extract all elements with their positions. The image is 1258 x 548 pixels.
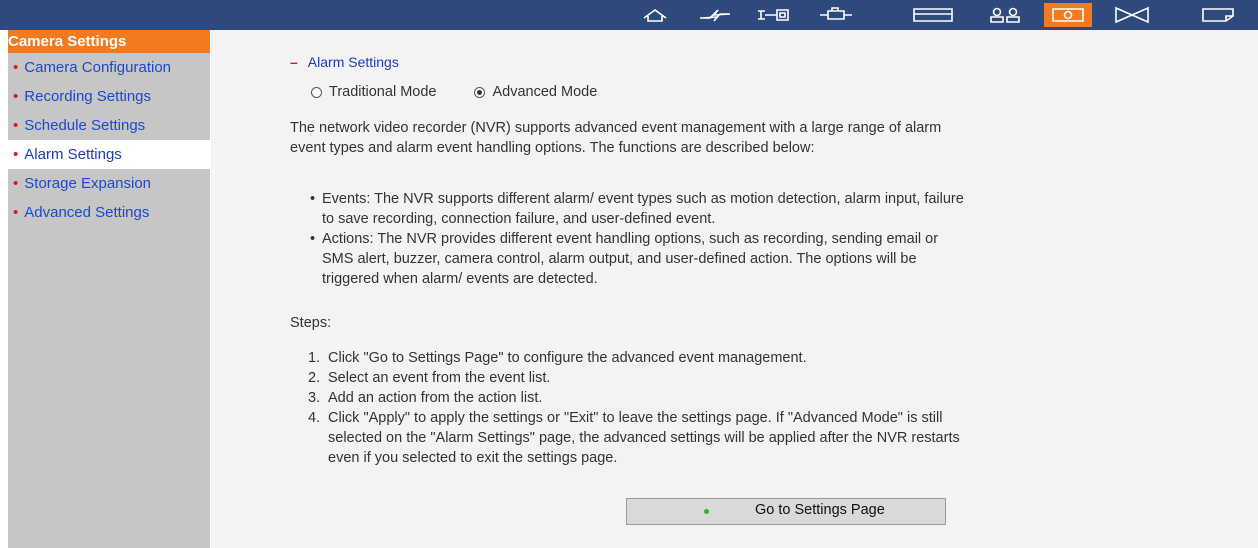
- sidebar: Camera Settings • Camera Configuration • R…: [8, 30, 210, 548]
- network-icon[interactable]: [751, 3, 795, 27]
- list-item: 2. Select an event from the event list.: [290, 368, 970, 388]
- list-item: Events: The NVR supports different alarm…: [310, 189, 970, 229]
- mode-radio-group: Traditional Mode Advanced Mode: [311, 84, 597, 100]
- step-number: 3.: [308, 390, 321, 406]
- step-text: Select an event from the event list.: [328, 370, 551, 386]
- list-item: Actions: The NVR provides different even…: [310, 229, 970, 289]
- bullet-icon: •: [13, 88, 19, 105]
- list-item: 4. Click "Apply" to apply the settings or…: [290, 408, 970, 468]
- storage-icon[interactable]: [911, 3, 955, 27]
- list-item: 1. Click "Go to Settings Page" to configu…: [290, 348, 970, 368]
- radio-circle-icon[interactable]: [311, 86, 322, 98]
- sidebar-item-advanced-settings[interactable]: • Advanced Settings: [8, 198, 210, 227]
- bullet-icon: •: [13, 204, 19, 221]
- steps-label: Steps:: [290, 315, 332, 331]
- bullet-icon: •: [13, 59, 19, 76]
- event-icon[interactable]: [1110, 3, 1154, 27]
- home-icon[interactable]: [633, 3, 677, 27]
- sidebar-item-label: Alarm Settings: [24, 146, 122, 163]
- sidebar-item-label: Camera Configuration: [24, 59, 172, 76]
- steps-list: 1. Click "Go to Settings Page" to configu…: [290, 348, 970, 468]
- bullet-icon: •: [13, 117, 19, 134]
- section-header[interactable]: – Alarm Settings: [290, 54, 399, 70]
- sidebar-item-schedule-settings[interactable]: • Schedule Settings: [8, 111, 210, 140]
- bullet-icon: •: [13, 146, 19, 163]
- sidebar-item-label: Advanced Settings: [24, 204, 150, 221]
- go-to-settings-page-button[interactable]: Go to Settings Page: [626, 498, 946, 525]
- top-toolbar: [0, 0, 1258, 30]
- radio-label: Advanced Mode: [492, 84, 598, 100]
- sidebar-item-alarm-settings[interactable]: • Alarm Settings: [8, 140, 210, 169]
- bullet-icon: •: [13, 175, 19, 192]
- status-dot-icon: [704, 509, 709, 514]
- users-icon[interactable]: [983, 3, 1027, 27]
- device-icon[interactable]: [814, 3, 858, 27]
- advanced-mode-radio[interactable]: Advanced Mode: [474, 84, 597, 100]
- log-icon[interactable]: [1196, 3, 1240, 27]
- step-number: 2.: [308, 370, 321, 386]
- section-title: Alarm Settings: [307, 54, 399, 70]
- radio-selected-icon[interactable]: [474, 86, 486, 98]
- step-text: Add an action from the action list.: [328, 390, 543, 406]
- step-number: 4.: [308, 410, 321, 426]
- traditional-mode-radio[interactable]: Traditional Mode: [311, 84, 436, 100]
- sidebar-item-label: Recording Settings: [24, 88, 152, 105]
- sidebar-title: Camera Settings: [8, 30, 210, 53]
- collapse-icon[interactable]: –: [290, 54, 298, 70]
- sidebar-item-storage-expansion[interactable]: • Storage Expansion: [8, 169, 210, 198]
- main-content: – Alarm Settings Traditional Mode Advance…: [211, 30, 1258, 548]
- list-item: 3. Add an action from the action list.: [290, 388, 970, 408]
- intro-text: The network video recorder (NVR) support…: [290, 120, 942, 156]
- sidebar-item-camera-configuration[interactable]: • Camera Configuration: [8, 53, 210, 82]
- step-text: Click "Go to Settings Page" to configure…: [328, 350, 807, 366]
- camera-icon[interactable]: [1044, 3, 1092, 27]
- function-list: Events: The NVR supports different alarm…: [290, 189, 970, 289]
- sidebar-item-label: Schedule Settings: [24, 117, 146, 134]
- radio-label: Traditional Mode: [329, 84, 437, 100]
- button-label: Go to Settings Page: [755, 502, 885, 518]
- step-number: 1.: [308, 350, 321, 366]
- step-text: Click "Apply" to apply the settings or "…: [328, 410, 960, 466]
- sidebar-item-label: Storage Expansion: [24, 175, 152, 192]
- wizard-icon[interactable]: [693, 3, 737, 27]
- sidebar-item-recording-settings[interactable]: • Recording Settings: [8, 82, 210, 111]
